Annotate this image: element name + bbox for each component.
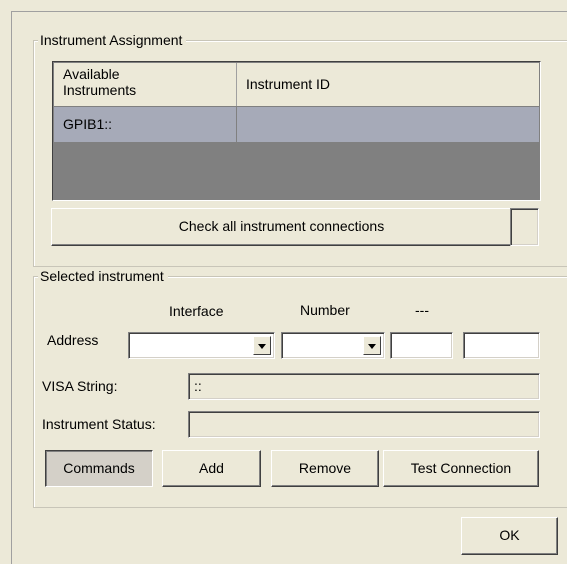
- remove-button[interactable]: Remove: [271, 450, 379, 487]
- cell-available: GPIB1::: [54, 107, 237, 142]
- connection-status-indicator: [510, 208, 539, 246]
- visa-string-label: VISA String:: [42, 378, 118, 394]
- add-button[interactable]: Add: [162, 450, 261, 487]
- check-all-connections-button[interactable]: Check all instrument connections: [51, 208, 512, 246]
- address-field-3[interactable]: [390, 332, 453, 359]
- selected-instrument-title: Selected instrument: [38, 267, 168, 285]
- test-connection-button[interactable]: Test Connection: [383, 450, 539, 487]
- visa-string-field: ::: [188, 373, 540, 400]
- dialog-window: Instrument Assignment Available Instrume…: [11, 11, 567, 564]
- interface-header: Interface: [169, 303, 224, 319]
- table-row[interactable]: GPIB1::: [54, 107, 539, 143]
- address-field-4[interactable]: [463, 332, 540, 359]
- address-label: Address: [47, 332, 99, 348]
- column-header-instrument-id[interactable]: Instrument ID: [237, 63, 539, 106]
- number-select[interactable]: [281, 332, 385, 359]
- table-header: Available Instruments Instrument ID: [54, 63, 539, 107]
- instrument-status-label: Instrument Status:: [42, 416, 156, 432]
- instrument-status-field: [188, 411, 540, 438]
- visa-string-value: ::: [194, 378, 202, 394]
- commands-button[interactable]: Commands: [45, 450, 153, 487]
- cell-instrument-id: [237, 107, 539, 142]
- instrument-assignment-title: Instrument Assignment: [38, 31, 187, 49]
- chevron-down-icon[interactable]: [253, 336, 271, 355]
- column-header-available[interactable]: Available Instruments: [54, 63, 237, 106]
- dots-header: ---: [415, 302, 429, 318]
- chevron-down-icon[interactable]: [363, 336, 381, 355]
- interface-select[interactable]: [128, 332, 275, 359]
- number-header: Number: [300, 302, 350, 318]
- ok-button[interactable]: OK: [461, 517, 558, 555]
- instruments-table[interactable]: Available Instruments Instrument ID GPIB…: [52, 61, 541, 201]
